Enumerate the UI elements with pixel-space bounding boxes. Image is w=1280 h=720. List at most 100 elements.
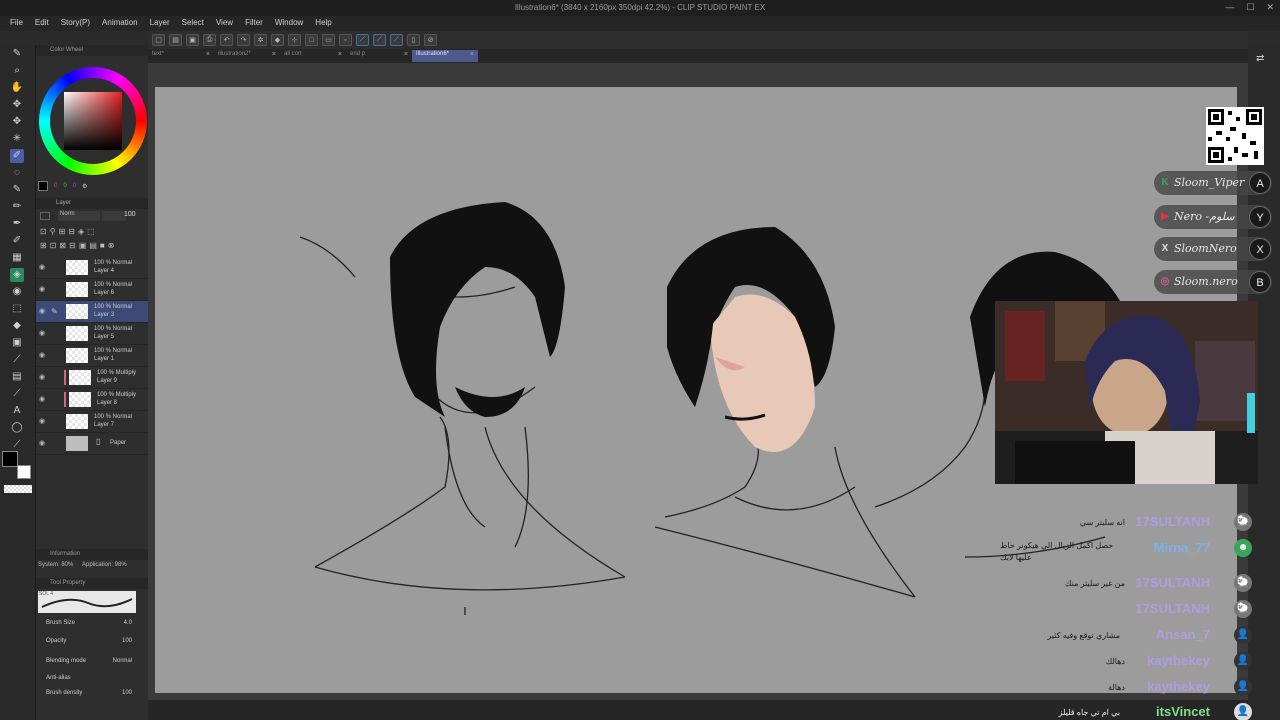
settings-icon[interactable]: ✲ — [254, 34, 267, 46]
open-file-icon[interactable]: ▤ — [169, 34, 182, 46]
pencil-tool-icon[interactable]: ✏ — [10, 200, 24, 214]
blend-tool-icon[interactable]: ◈ — [10, 268, 24, 282]
pen-tool-icon[interactable]: ✎ — [10, 47, 24, 61]
marker-tool-icon[interactable]: ✐ — [10, 234, 24, 248]
menu-layer[interactable]: Layer — [144, 16, 176, 31]
menu-filter[interactable]: Filter — [239, 16, 269, 31]
tab-all-cort[interactable]: all cort × — [280, 50, 346, 62]
snap-special-ruler-icon[interactable]: ⟋ — [373, 34, 386, 46]
main-color-swatch[interactable] — [2, 451, 18, 467]
close-tab-icon[interactable]: × — [470, 51, 474, 58]
blend-mode-select[interactable]: Norm — [58, 211, 100, 221]
menu-animation[interactable]: Animation — [96, 16, 144, 31]
layer-action-icons[interactable]: ⊞⊡⊠⊟▣▤■⊗ — [40, 241, 117, 250]
menu-edit[interactable]: Edit — [29, 16, 55, 31]
eye-icon[interactable]: ◉ — [39, 417, 45, 425]
layer-row[interactable]: ◉ 100 % Normal Layer 4 — [36, 257, 148, 279]
eyedropper-tool-icon[interactable]: ✐ — [10, 149, 24, 163]
operation-tool-icon[interactable]: ✥ — [10, 115, 24, 129]
tab-end-p[interactable]: end p × — [346, 50, 412, 62]
color-settings-icon[interactable]: ⚙ — [82, 183, 87, 190]
companion-icon[interactable]: ▯ — [407, 34, 420, 46]
layer-row[interactable]: ◉ 100 % Normal Layer 1 — [36, 345, 148, 367]
layer-row[interactable]: ◉ 100 % Multiply Layer 8 — [36, 389, 148, 411]
menu-story[interactable]: Story(P) — [55, 16, 96, 31]
close-tab-icon[interactable]: × — [272, 51, 276, 58]
saturation-value-square[interactable] — [64, 92, 122, 150]
menu-window[interactable]: Window — [269, 16, 309, 31]
social-kick[interactable]: K Sloom_Viper A — [1154, 171, 1272, 195]
eye-icon[interactable]: ◉ — [39, 439, 45, 447]
layer-lock-icons[interactable]: ⊡⚲⊞⊟◈⬚ — [40, 227, 98, 236]
eraser-tool-icon[interactable]: ⬚ — [10, 302, 24, 316]
menu-file[interactable]: File — [4, 16, 29, 31]
sub-color-swatch[interactable] — [17, 465, 31, 479]
layer-color-icon[interactable] — [40, 212, 50, 220]
close-tab-icon[interactable]: × — [338, 51, 342, 58]
ruler-tool-icon[interactable]: ⟋ — [10, 387, 24, 401]
eye-icon[interactable]: ◉ — [39, 351, 45, 359]
move-tool-icon[interactable]: ✥ — [10, 98, 24, 112]
layer-row[interactable]: ◉ 100 % Normal Layer 5 — [36, 323, 148, 345]
brush-size-row[interactable]: Brush Size 4.0 — [46, 620, 146, 630]
decoration-tool-icon[interactable]: ▦ — [10, 251, 24, 265]
undo-icon[interactable]: ↶ — [220, 34, 233, 46]
social-instagram[interactable]: ◎ Sloom.nero B — [1154, 270, 1272, 294]
redo-icon[interactable]: ↷ — [237, 34, 250, 46]
current-color-chip[interactable] — [38, 181, 48, 191]
hand-tool-icon[interactable]: ✋ — [10, 81, 24, 95]
layer-row[interactable]: ◉ 100 % Normal Layer 6 — [36, 279, 148, 301]
save-icon[interactable]: ▣ — [186, 34, 199, 46]
layer-row[interactable]: ◉ ✎ 100 % Normal Layer 3 — [36, 301, 148, 323]
lasso-tool-icon[interactable]: ◌ — [10, 166, 24, 180]
correct-line-tool-icon[interactable]: ⟋ — [10, 438, 24, 452]
text-tool-icon[interactable]: A — [10, 404, 24, 418]
opacity-value[interactable]: 100 — [122, 638, 132, 644]
zoom-tool-icon[interactable]: ⌕ — [10, 64, 24, 78]
social-x[interactable]: X SloomNero X — [1154, 237, 1272, 261]
brush-density-row[interactable]: Brush density 100 — [46, 690, 146, 700]
frame-tool-icon[interactable]: ▤ — [10, 370, 24, 384]
minimize-icon[interactable]: — — [1225, 2, 1234, 13]
snap-grid-icon[interactable]: ⟋ — [390, 34, 403, 46]
anti-alias-row[interactable]: Anti-alias — [46, 675, 146, 685]
new-file-icon[interactable]: ▢ — [152, 34, 165, 46]
brush-density-value[interactable]: 100 — [122, 690, 132, 696]
tab-text[interactable]: text* × — [148, 50, 214, 62]
brush-tool-icon[interactable]: ✎ — [10, 183, 24, 197]
opacity-row[interactable]: Opacity 100 — [46, 638, 146, 648]
social-youtube[interactable]: ▶ Nero -سلوم Y — [1154, 205, 1272, 229]
airbrush-tool-icon[interactable]: ✒ — [10, 217, 24, 231]
layer-row[interactable]: ◉ 100 % Normal Layer 7 — [36, 411, 148, 433]
menu-view[interactable]: View — [210, 16, 239, 31]
blending-mode-value[interactable]: Normal — [113, 658, 132, 664]
sparkle-tool-icon[interactable]: ✳ — [10, 132, 24, 146]
layer-row[interactable]: ◉ ▯ Paper — [36, 433, 148, 455]
tab-illustration6[interactable]: Illustration6* × — [412, 50, 478, 62]
brush-size-value[interactable]: 4.0 — [124, 620, 132, 626]
print-icon[interactable]: ⎙ — [203, 34, 216, 46]
sync-icon[interactable]: ⇄ — [1256, 53, 1264, 64]
crop-icon[interactable]: ▭ — [322, 34, 335, 46]
eye-icon[interactable]: ◉ — [39, 373, 45, 381]
close-icon[interactable]: ✕ — [1266, 2, 1274, 13]
eye-icon[interactable]: ◉ — [39, 329, 45, 337]
transparent-color-swatch[interactable] — [4, 485, 32, 493]
blending-mode-row[interactable]: Blending mode Normal — [46, 658, 146, 668]
figure-tool-icon[interactable]: ⟋ — [10, 353, 24, 367]
opacity-slider[interactable] — [102, 211, 126, 221]
tab-illustration2[interactable]: illustration2* × — [214, 50, 280, 62]
eye-icon[interactable]: ◉ — [39, 285, 45, 293]
fill-tool-icon[interactable]: ◆ — [10, 319, 24, 333]
share-icon[interactable]: ⊘ — [424, 34, 437, 46]
layer-row[interactable]: ◉ 100 % Multiply Layer 9 — [36, 367, 148, 389]
layer-opacity-value[interactable]: 100 — [124, 211, 136, 218]
transform-icon[interactable]: ⊹ — [288, 34, 301, 46]
blur-tool-icon[interactable]: ◉ — [10, 285, 24, 299]
close-tab-icon[interactable]: × — [404, 51, 408, 58]
snap-ruler-icon[interactable]: ⟋ — [356, 34, 369, 46]
menu-help[interactable]: Help — [309, 16, 337, 31]
color-wheel[interactable] — [39, 67, 147, 175]
menu-select[interactable]: Select — [176, 16, 210, 31]
deselect-icon[interactable]: □ — [305, 34, 318, 46]
